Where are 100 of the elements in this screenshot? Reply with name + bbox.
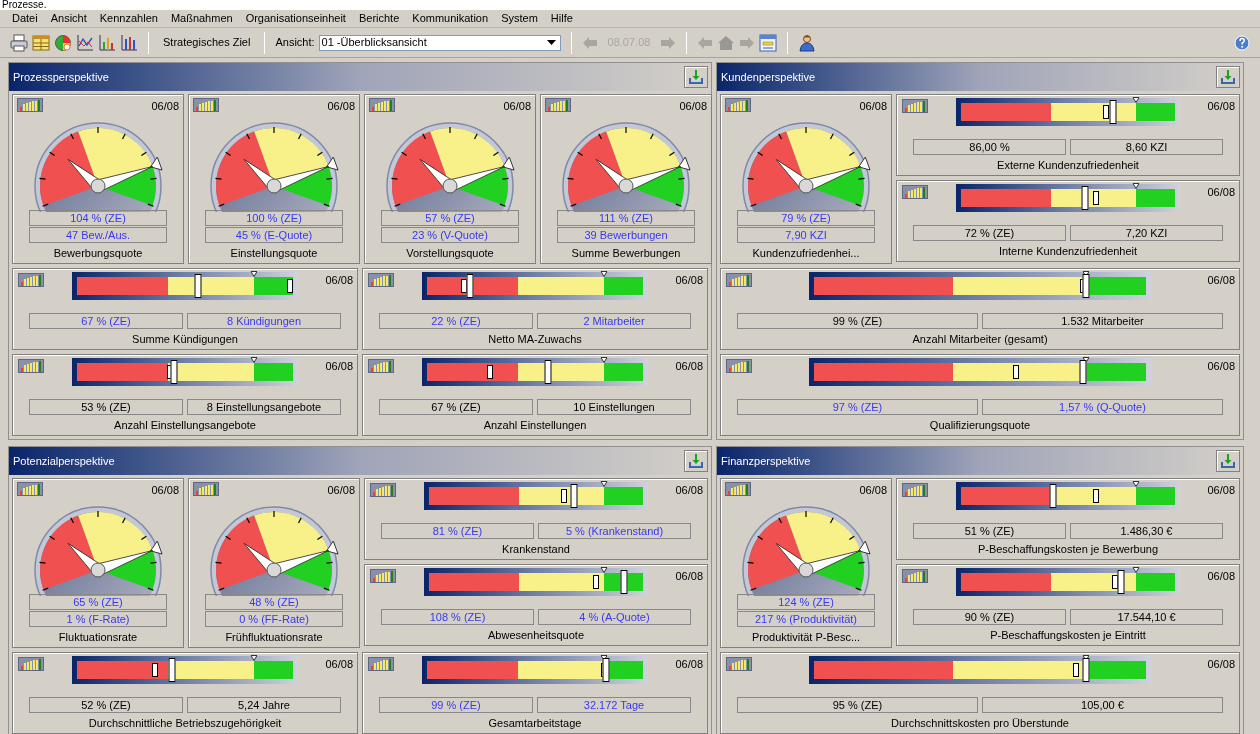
value-field: 1,57 % (Q-Quote) <box>982 399 1223 415</box>
menu-item[interactable]: Kommunikation <box>412 10 489 27</box>
gauge-hub <box>442 178 458 194</box>
export-button[interactable] <box>684 66 708 88</box>
kpi-label: Fluktuationsrate <box>57 630 139 645</box>
value-field: 1.486,30 € <box>1070 523 1223 539</box>
help-icon[interactable] <box>1234 34 1250 51</box>
value-field: 22 % (ZE) <box>379 313 533 329</box>
menu-item[interactable]: Datei <box>12 10 38 27</box>
kpi-label: P-Beschaffungskosten je Eintritt <box>989 628 1147 643</box>
download-icon <box>688 453 704 469</box>
kpi-label: Anzahl Einstellungsangebote <box>113 418 257 433</box>
value-field: 4 % (A-Quote) <box>538 609 691 625</box>
period-label: 06/08 <box>1207 359 1235 374</box>
kpi-label: Vorstellungsquote <box>405 246 495 261</box>
target-marker-icon <box>250 271 258 277</box>
export-button[interactable] <box>1216 450 1240 472</box>
menu-item[interactable]: Ansicht <box>50 10 87 27</box>
value-field: 57 % (ZE) <box>381 210 519 226</box>
trend-chart-icon[interactable] <box>725 482 751 496</box>
period-label: 06/08 <box>503 99 531 114</box>
kpi-label: Anzahl Einstellungen <box>482 418 588 433</box>
export-button[interactable] <box>684 450 708 472</box>
trend-chart-icon[interactable] <box>368 359 394 373</box>
period-label: 06/08 <box>675 483 703 498</box>
value-field: 2 Mitarbeiter <box>537 313 691 329</box>
value-field: 104 % (ZE) <box>29 210 167 226</box>
trend-chart-icon[interactable] <box>726 359 752 373</box>
value-field: 217 % (Produktivität) <box>737 611 875 627</box>
bar-chart-icon[interactable] <box>98 33 116 52</box>
period-label: 06/08 <box>1207 483 1235 498</box>
target-marker-icon <box>600 357 608 363</box>
period-label: 06/08 <box>151 483 179 498</box>
trend-chart-icon[interactable] <box>18 273 44 287</box>
period-label: 06/08 <box>1207 273 1235 288</box>
menu-item[interactable]: System <box>501 10 538 27</box>
form-icon[interactable] <box>759 33 778 52</box>
pie-chart-icon[interactable] <box>54 33 72 52</box>
trend-chart-icon[interactable] <box>17 98 43 112</box>
menu-item[interactable]: Berichte <box>358 10 400 27</box>
kpi-label: Kundenzufriedenhei... <box>751 246 861 261</box>
value-field: 23 % (V-Quote) <box>381 227 519 243</box>
trend-chart-icon[interactable] <box>368 657 394 671</box>
value-field: 7,90 KZI <box>737 227 875 243</box>
trend-chart-icon[interactable] <box>18 657 44 671</box>
period-label: 06/08 <box>325 657 353 672</box>
download-icon <box>688 69 704 85</box>
value-field: 124 % (ZE) <box>737 594 875 610</box>
trend-chart-icon[interactable] <box>726 273 752 287</box>
period-label: 06/08 <box>1207 657 1235 672</box>
trend-chart-icon[interactable] <box>902 185 928 199</box>
value-field: 51 % (ZE) <box>913 523 1066 539</box>
value-field: 7,20 KZI <box>1070 225 1223 241</box>
trend-chart-icon[interactable] <box>17 482 43 496</box>
value-field: 99 % (ZE) <box>379 697 533 713</box>
printer-icon[interactable] <box>10 33 28 52</box>
line-chart-icon[interactable] <box>76 33 94 52</box>
trend-chart-icon[interactable] <box>370 569 396 583</box>
kpi-label: Gesamtarbeitstage <box>487 716 583 731</box>
view-select[interactable]: 01 -Überblicksansicht <box>318 34 561 51</box>
value-field: 86,00 % <box>913 139 1066 155</box>
strategic-goal-button[interactable]: Strategisches Ziel <box>159 31 255 54</box>
kpi-label: Qualifizierungsquote <box>928 418 1032 433</box>
value-field: 1.532 Mitarbeiter <box>982 313 1223 329</box>
kpi-label: Interne Kundenzufriedenheit <box>997 244 1139 259</box>
trend-chart-icon[interactable] <box>902 99 928 113</box>
trend-chart-icon[interactable] <box>726 657 752 671</box>
menu-item[interactable]: Hilfe <box>550 10 573 27</box>
kpi-label: P-Beschaffungskosten je Bewerbung <box>976 542 1160 557</box>
panel-title: Finanzperspektive <box>721 453 811 469</box>
person-icon[interactable] <box>798 33 817 52</box>
gauge-hub <box>90 562 106 578</box>
value-field: 47 Bew./Aus. <box>29 227 167 243</box>
menu-item[interactable]: Maßnahmen <box>170 10 233 27</box>
trend-chart-icon[interactable] <box>18 359 44 373</box>
bar-chart-icon[interactable] <box>120 33 138 52</box>
value-field: 67 % (ZE) <box>379 399 533 415</box>
trend-chart-icon[interactable] <box>193 482 219 496</box>
trend-chart-icon[interactable] <box>368 273 394 287</box>
trend-chart-icon[interactable] <box>902 483 928 497</box>
kpi-label: Durchschnittskosten pro Überstunde <box>890 716 1070 731</box>
menu-item[interactable]: Organisationseinheit <box>245 10 346 27</box>
trend-chart-icon[interactable] <box>902 569 928 583</box>
kpi-label: Summe Kündigungen <box>131 332 239 347</box>
trend-chart-icon[interactable] <box>725 98 751 112</box>
period-label: 06/08 <box>859 99 887 114</box>
value-field: 65 % (ZE) <box>29 594 167 610</box>
trend-chart-icon[interactable] <box>545 98 571 112</box>
kpi-label: Produktivität P-Besc... <box>750 630 862 645</box>
target-marker-icon <box>1132 97 1140 103</box>
menu-item[interactable]: Kennzahlen <box>99 10 158 27</box>
table-icon[interactable] <box>32 33 50 52</box>
kpi-label: Einstellungsquote <box>229 246 319 261</box>
gauge-hub <box>798 178 814 194</box>
view-label: Ansicht: <box>275 35 315 51</box>
export-button[interactable] <box>1216 66 1240 88</box>
trend-chart-icon[interactable] <box>370 483 396 497</box>
trend-chart-icon[interactable] <box>369 98 395 112</box>
trend-chart-icon[interactable] <box>193 98 219 112</box>
kpi-label: Summe Bewerbungen <box>570 246 682 261</box>
